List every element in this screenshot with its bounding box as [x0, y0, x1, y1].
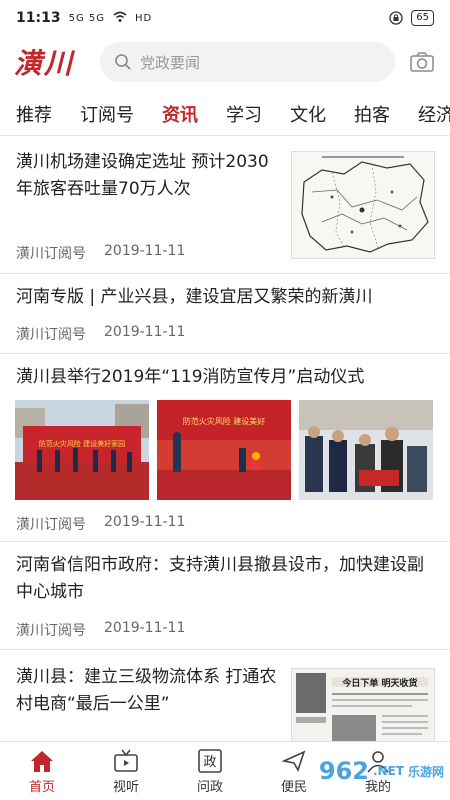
bottom-nav: 首页 视听 政 问政 便民 我的 962 .NET 乐游网 [0, 741, 450, 800]
ceremony-photo[interactable]: 防范火灾风险 建设美好家园 [15, 400, 149, 500]
article-meta: 潢川订阅号 2019-11-11 [16, 620, 185, 640]
officials-inspection-photo[interactable] [299, 400, 433, 500]
site-watermark: 962 .NET 乐游网 [304, 746, 444, 796]
list-item[interactable]: 潢川县：建立三级物流体系 打通农村电商“最后一公里” 今日下单 明天收货 [0, 650, 450, 741]
list-item[interactable]: 河南省信阳市政府：支持潢川县撤县设市，加快建设副中心城市 潢川订阅号 2019-… [0, 542, 450, 650]
nav-video[interactable]: 视听 [84, 742, 168, 800]
hd-indicator: HD [134, 12, 153, 24]
news-feed: 潢川机场建设确定选址 预计2030年旅客吞吐量70万人次 潢川订阅号 2019-… [0, 137, 450, 741]
photo-strip: 防范火灾风险 建设美好家园 防范火灾风险 建设美好 [15, 400, 433, 500]
watermark-caption: 乐游网 [407, 764, 444, 779]
status-bar: 11:13 5G 5G HD 65 [0, 0, 450, 36]
map-thumbnail[interactable] [291, 151, 435, 259]
tab-news[interactable]: 资讯 [148, 101, 212, 127]
photo-banner-text: 防范火灾风险 建设美好 [183, 416, 266, 426]
category-tabs: 推荐 订阅号 资讯 学习 文化 拍客 经济 [0, 92, 450, 136]
nav-label: 问政 [196, 779, 223, 795]
photo-banner-text: 防范火灾风险 建设美好家园 [39, 439, 125, 448]
tab-economy[interactable]: 经济 [404, 101, 450, 127]
zheng-glyph: 政 [203, 755, 216, 770]
nav-politics[interactable]: 政 问政 [168, 742, 252, 800]
nav-home[interactable]: 首页 [0, 742, 84, 800]
article-date: 2019-11-11 [104, 620, 186, 636]
status-time: 11:13 [16, 10, 61, 26]
search-icon [114, 53, 132, 71]
search-bar[interactable]: 党政要闻 [100, 42, 395, 82]
tab-culture[interactable]: 文化 [276, 101, 340, 127]
camera-button[interactable] [406, 46, 438, 78]
nav-label: 首页 [28, 779, 55, 795]
article-meta: 潢川订阅号 2019-11-11 [16, 324, 185, 344]
nav-label: 视听 [112, 779, 139, 795]
thumb-headline: 今日下单 明天收货 [341, 677, 417, 689]
firefighting-demo-photo[interactable]: 防范火灾风险 建设美好 [157, 400, 291, 500]
battery-indicator: 65 [411, 10, 434, 26]
article-date: 2019-11-11 [104, 324, 186, 340]
newspaper-thumbnail[interactable]: 今日下单 明天收货 [291, 668, 435, 741]
camera-icon [410, 52, 434, 72]
tab-subscriptions[interactable]: 订阅号 [66, 101, 148, 127]
article-source: 潢川订阅号 [16, 623, 86, 639]
article-source: 潢川订阅号 [16, 517, 86, 533]
article-title[interactable]: 潢川县举行2019年“119消防宣传月”启动仪式 [16, 364, 436, 391]
signal-indicator: 5G 5G [68, 12, 105, 24]
list-item[interactable]: 潢川县举行2019年“119消防宣传月”启动仪式 防范火灾风险 建设美好家园 防… [0, 354, 450, 542]
wifi-icon [113, 11, 127, 26]
article-title[interactable]: 河南省信阳市政府：支持潢川县撤县设市，加快建设副中心城市 [16, 552, 436, 606]
lock-icon [389, 11, 403, 25]
list-item[interactable]: 潢川机场建设确定选址 预计2030年旅客吞吐量70万人次 潢川订阅号 2019-… [0, 137, 450, 274]
article-source: 潢川订阅号 [16, 246, 86, 262]
zheng-icon: 政 [196, 748, 224, 774]
article-date: 2019-11-11 [104, 514, 186, 530]
home-icon [28, 748, 56, 774]
search-placeholder: 党政要闻 [140, 53, 201, 72]
tab-snapshots[interactable]: 拍客 [340, 101, 404, 127]
article-meta: 潢川订阅号 2019-11-11 [16, 514, 185, 534]
article-title[interactable]: 河南专版 | 产业兴县，建设宜居又繁荣的新潢川 [16, 284, 436, 311]
watermark-text: 962 [318, 757, 369, 785]
app-header: 潢川 党政要闻 [0, 36, 450, 88]
article-source: 潢川订阅号 [16, 327, 86, 343]
tab-study[interactable]: 学习 [212, 101, 276, 127]
tv-icon [112, 748, 140, 774]
article-title[interactable]: 潢川县：建立三级物流体系 打通农村电商“最后一公里” [16, 664, 278, 718]
list-item[interactable]: 河南专版 | 产业兴县，建设宜居又繁荣的新潢川 潢川订阅号 2019-11-11 [0, 274, 450, 354]
tab-recommend[interactable]: 推荐 [0, 101, 66, 127]
article-meta: 潢川订阅号 2019-11-11 [16, 243, 185, 263]
article-title[interactable]: 潢川机场建设确定选址 预计2030年旅客吞吐量70万人次 [16, 149, 278, 203]
article-date: 2019-11-11 [104, 243, 186, 259]
app-logo[interactable]: 潢川 [14, 42, 92, 82]
watermark-sub: .NET [373, 764, 404, 778]
